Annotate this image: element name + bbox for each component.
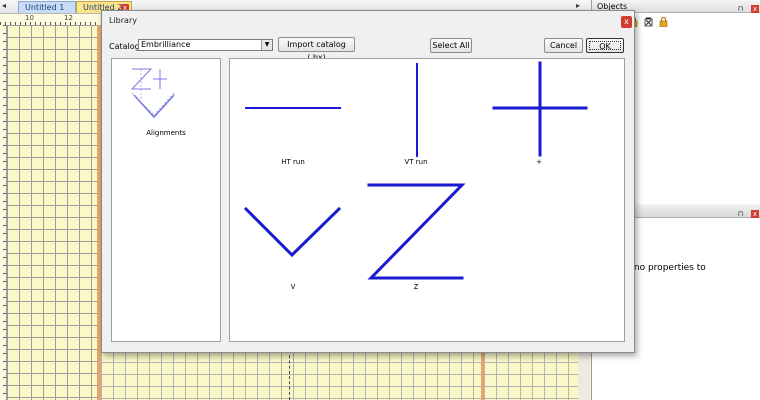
dialog-title: Library [109,16,137,25]
grid-paper[interactable] [7,25,97,400]
shape-label: Z [413,283,419,291]
tab-label: Untitled 1 [25,3,65,12]
pin-icon[interactable]: ⊓ [736,210,744,218]
shapes-gallery: HT run VT run + V Z [229,58,625,342]
lock-icon[interactable] [659,17,668,30]
library-dialog: Library x Catalog: Embrilliance ▼ Import… [101,10,635,353]
objects-toolbar [629,17,671,30]
shape-label: HT run [281,158,305,166]
import-catalog-button[interactable]: Import catalog (.bx) [278,37,355,62]
delete-icon[interactable] [644,17,656,30]
select-all-button[interactable]: Select All [430,38,472,53]
ruler-label: 10 [25,14,34,22]
chevron-down-icon[interactable]: ▼ [261,40,272,50]
alignments-icon [130,68,175,119]
z-shape-icon[interactable] [367,183,466,280]
pin-icon[interactable]: ⊓ [736,5,744,13]
shapes-canvas [243,61,588,280]
ok-button[interactable]: OK [586,38,624,53]
shape-label: VT run [404,158,428,166]
tab-scroll-left-icon[interactable]: ◂ [2,1,6,10]
tab-scroll-right-icon[interactable]: ▸ [576,1,580,10]
close-icon[interactable]: x [751,210,759,218]
vertical-ruler [0,25,7,400]
grid-paper-right[interactable] [484,350,578,400]
close-icon[interactable]: x [751,5,759,13]
grid-paper-lower[interactable] [101,350,484,400]
catalog-select[interactable]: Embrilliance ▼ [138,39,273,51]
v-shape-icon[interactable] [243,206,342,258]
dialog-close-button[interactable]: x [621,16,632,28]
catalog-select-value: Embrilliance [141,40,191,49]
center-guide-line [289,350,290,400]
catalog-list: Alignments [111,58,221,342]
ruler-label: 12 [64,14,73,22]
cancel-button[interactable]: Cancel [544,38,583,53]
shape-label: + [536,158,542,166]
catalog-item-label: Alignments [146,129,186,137]
plus-icon[interactable] [492,61,588,157]
shape-label: V [290,283,296,291]
ok-button-label: OK [589,41,621,51]
tab-untitled-1[interactable]: Untitled 1 [18,1,76,13]
